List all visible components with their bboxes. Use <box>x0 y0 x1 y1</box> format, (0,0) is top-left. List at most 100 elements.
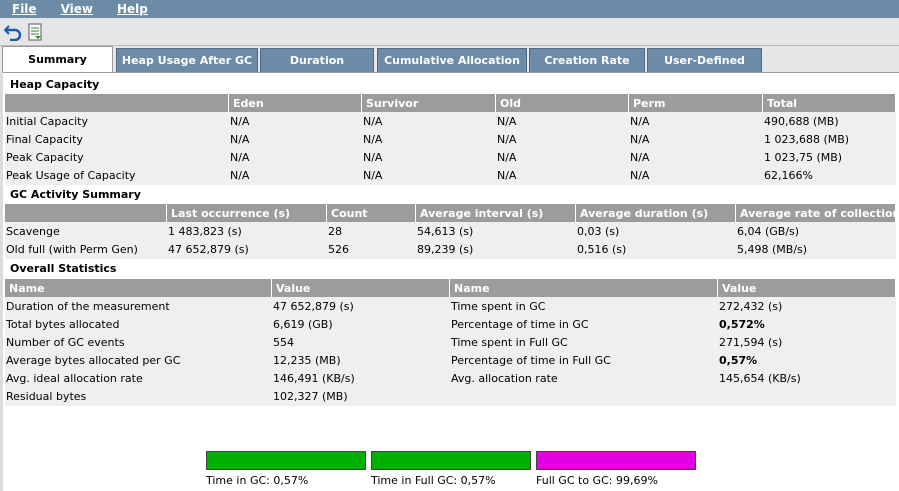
tab-heap-usage-after-gc[interactable]: Heap Usage After GC <box>116 48 258 72</box>
heap-cell: N/A <box>630 114 650 128</box>
gc-header-last-occurrence: Last occurrence (s) <box>167 204 327 222</box>
heap-header-total: Total <box>763 94 896 112</box>
export-document-icon[interactable] <box>25 22 45 42</box>
undo-arrow-icon[interactable] <box>3 22 23 42</box>
gc-row-label: Scavenge <box>6 224 60 238</box>
tab-duration[interactable]: Duration <box>260 48 374 72</box>
overall-name: Residual bytes <box>6 389 87 403</box>
overall-name: Percentage of time in GC <box>451 317 589 331</box>
full-gc-to-gc-bar <box>536 451 696 470</box>
gc-cell: 0,516 (s) <box>577 242 627 256</box>
overall-statistics-title: Overall Statistics <box>10 262 117 275</box>
gc-cell: 54,613 (s) <box>417 224 474 238</box>
overall-header-name: Name <box>450 279 718 297</box>
gc-cell: 89,239 (s) <box>417 242 474 256</box>
overall-value: 0,572% <box>719 317 765 331</box>
overall-name: Total bytes allocated <box>6 317 120 331</box>
heap-header-eden: Eden <box>229 94 362 112</box>
heap-cell: N/A <box>230 114 250 128</box>
toolbar <box>0 18 899 46</box>
panel-left-edge <box>0 72 3 491</box>
gc-header-average-duration: Average duration (s) <box>576 204 736 222</box>
gc-cell: 47 652,879 (s) <box>168 242 249 256</box>
gc-cell: 526 <box>328 242 349 256</box>
heap-cell: N/A <box>363 168 383 182</box>
gc-row-label: Old full (with Perm Gen) <box>6 242 138 256</box>
gc-cell: 6,04 (GB/s) <box>737 224 800 238</box>
heap-cell: 490,688 (MB) <box>764 114 839 128</box>
heap-header-perm: Perm <box>629 94 763 112</box>
gc-header-count: Count <box>327 204 416 222</box>
overall-value: 554 <box>273 335 294 349</box>
gc-cell: 28 <box>328 224 342 238</box>
heap-cell: N/A <box>230 150 250 164</box>
overall-value: 146,491 (KB/s) <box>273 371 355 385</box>
overall-value: 47 652,879 (s) <box>273 299 354 313</box>
overall-name: Percentage of time in Full GC <box>451 353 611 367</box>
heap-cell: N/A <box>497 114 517 128</box>
overall-name: Avg. allocation rate <box>451 371 558 385</box>
heap-row-label: Initial Capacity <box>6 114 89 128</box>
menu-help[interactable]: Help <box>105 2 160 16</box>
heap-cell: N/A <box>230 132 250 146</box>
heap-cell: N/A <box>630 150 650 164</box>
heap-row-label: Peak Capacity <box>6 150 84 164</box>
overall-value: 145,654 (KB/s) <box>719 371 801 385</box>
tab-creation-rate[interactable]: Creation Rate <box>529 48 645 72</box>
heap-cell: N/A <box>630 168 650 182</box>
heap-cell: 62,166% <box>764 168 813 182</box>
tab-bar: Summary Heap Usage After GC Duration Cum… <box>0 46 899 72</box>
heap-row-label: Peak Usage of Capacity <box>6 168 136 182</box>
overall-name: Time spent in Full GC <box>451 335 568 349</box>
gc-cell: 1 483,823 (s) <box>168 224 242 238</box>
overall-value: 102,327 (MB) <box>273 389 348 403</box>
overall-header-value: Value <box>272 279 450 297</box>
overall-statistics-table: Name Value Name Value Duration of the me… <box>5 279 896 406</box>
overall-name: Duration of the measurement <box>6 299 170 313</box>
menu-file[interactable]: File <box>0 2 49 16</box>
overall-value: 0,57% <box>719 353 758 367</box>
tab-cumulative-allocation[interactable]: Cumulative Allocation <box>377 48 527 72</box>
heap-cell: N/A <box>230 168 250 182</box>
overall-value: 272,432 (s) <box>719 299 783 313</box>
heap-cell: N/A <box>497 150 517 164</box>
menu-bar: File View Help <box>0 0 899 18</box>
gc-header-blank <box>5 204 167 222</box>
overall-name: Average bytes allocated per GC <box>6 353 181 367</box>
heap-cell: N/A <box>363 150 383 164</box>
heap-cell: 1 023,75 (MB) <box>764 150 843 164</box>
gc-cell: 0,03 (s) <box>577 224 620 238</box>
gc-header-average-rate: Average rate of collection <box>736 204 896 222</box>
time-in-gc-bar <box>206 451 366 470</box>
heap-cell: N/A <box>363 132 383 146</box>
overall-name: Time spent in GC <box>451 299 546 313</box>
heap-header-old: Old <box>496 94 629 112</box>
heap-row-label: Final Capacity <box>6 132 83 146</box>
gc-activity-title: GC Activity Summary <box>10 188 141 201</box>
gc-header-average-interval: Average interval (s) <box>416 204 576 222</box>
time-in-full-gc-label: Time in Full GC: 0,57% <box>371 474 496 487</box>
heap-cell: N/A <box>497 132 517 146</box>
tab-summary[interactable]: Summary <box>2 46 113 72</box>
heap-capacity-title: Heap Capacity <box>10 78 100 91</box>
overall-value: 12,235 (MB) <box>273 353 341 367</box>
overall-value: 6,619 (GB) <box>273 317 333 331</box>
heap-capacity-table: Eden Survivor Old Perm Total Initial Cap… <box>5 94 896 185</box>
time-in-gc-label: Time in GC: 0,57% <box>206 474 309 487</box>
overall-header-name: Name <box>5 279 272 297</box>
heap-cell: N/A <box>630 132 650 146</box>
gc-cell: 5,498 (MB/s) <box>737 242 808 256</box>
overall-name: Number of GC events <box>6 335 125 349</box>
heap-cell: N/A <box>363 114 383 128</box>
heap-cell: N/A <box>497 168 517 182</box>
overall-header-value: Value <box>718 279 896 297</box>
heap-header-survivor: Survivor <box>362 94 496 112</box>
gc-activity-table: Last occurrence (s) Count Average interv… <box>5 204 896 259</box>
full-gc-to-gc-label: Full GC to GC: 99,69% <box>536 474 658 487</box>
tab-user-defined[interactable]: User-Defined <box>647 48 762 72</box>
overall-value: 271,594 (s) <box>719 335 783 349</box>
time-in-full-gc-bar <box>371 451 531 470</box>
heap-header-blank <box>5 94 229 112</box>
heap-cell: 1 023,688 (MB) <box>764 132 850 146</box>
menu-view[interactable]: View <box>49 2 105 16</box>
